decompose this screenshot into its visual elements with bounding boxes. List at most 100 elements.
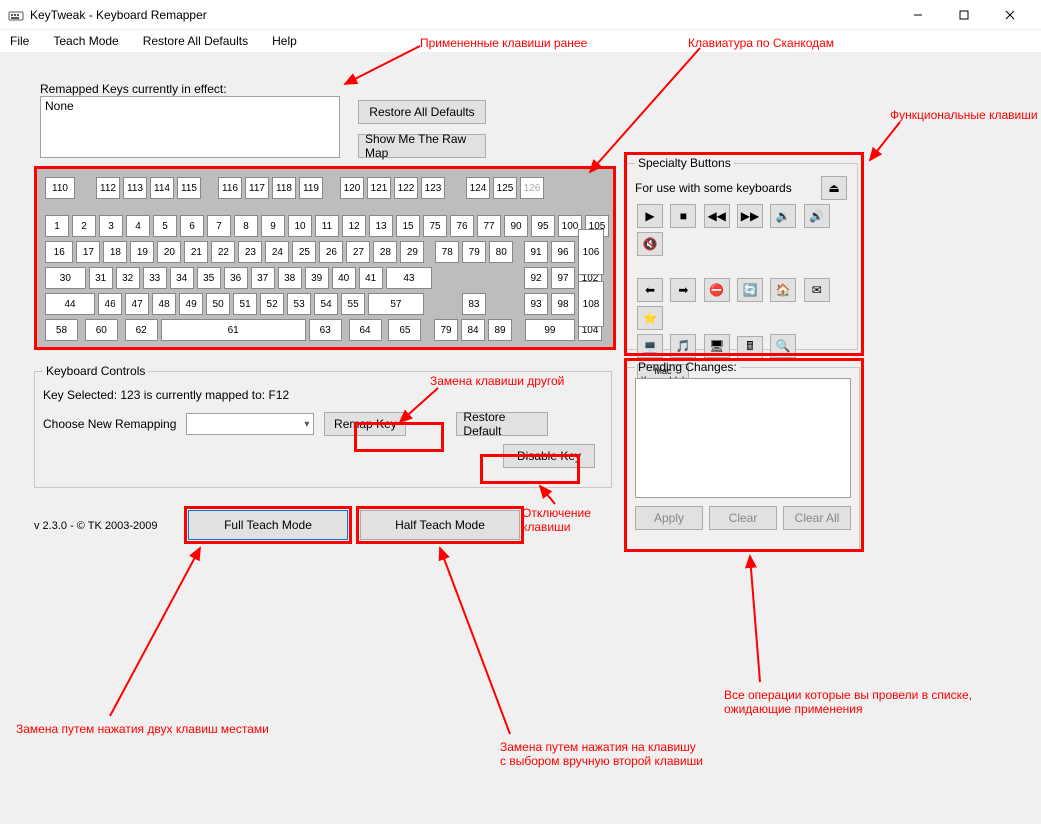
key-34[interactable]: 34 — [170, 267, 194, 289]
key-112[interactable]: 112 — [96, 177, 120, 199]
disable-key-button[interactable]: Disable Key — [503, 444, 595, 468]
menu-help[interactable]: Help — [268, 32, 301, 50]
key-4[interactable]: 4 — [126, 215, 150, 237]
key-96[interactable]: 96 — [551, 241, 575, 263]
key-60[interactable]: 60 — [85, 319, 118, 341]
key-49[interactable]: 49 — [179, 293, 203, 315]
key-29[interactable]: 29 — [400, 241, 424, 263]
pending-textbox[interactable] — [635, 378, 851, 498]
eject-icon[interactable]: ⏏ — [821, 176, 847, 200]
menu-file[interactable]: File — [6, 32, 33, 50]
key-10[interactable]: 10 — [288, 215, 312, 237]
key-91[interactable]: 91 — [524, 241, 548, 263]
key-97[interactable]: 97 — [551, 267, 575, 289]
key-118[interactable]: 118 — [272, 177, 296, 199]
raw-map-button[interactable]: Show Me The Raw Map — [358, 134, 486, 158]
key-54[interactable]: 54 — [314, 293, 338, 315]
key-99[interactable]: 99 — [525, 319, 575, 341]
key-113[interactable]: 113 — [123, 177, 147, 199]
key-53[interactable]: 53 — [287, 293, 311, 315]
key-80[interactable]: 80 — [489, 241, 513, 263]
half-teach-button[interactable]: Half Teach Mode — [360, 510, 520, 540]
search-icon[interactable]: 🔍 — [770, 334, 796, 358]
key-57[interactable]: 57 — [368, 293, 424, 315]
key-32[interactable]: 32 — [116, 267, 140, 289]
vol-up-icon[interactable]: 🔊 — [804, 204, 830, 228]
key-7[interactable]: 7 — [207, 215, 231, 237]
forward-icon[interactable]: ▶▶ — [737, 204, 763, 228]
key-35[interactable]: 35 — [197, 267, 221, 289]
key-19[interactable]: 19 — [130, 241, 154, 263]
key-23[interactable]: 23 — [238, 241, 262, 263]
key-126[interactable]: 126 — [520, 177, 544, 199]
key-92[interactable]: 92 — [524, 267, 548, 289]
key-75[interactable]: 75 — [423, 215, 447, 237]
key-65[interactable]: 65 — [388, 319, 421, 341]
key-95[interactable]: 95 — [531, 215, 555, 237]
key-11[interactable]: 11 — [315, 215, 339, 237]
key-50[interactable]: 50 — [206, 293, 230, 315]
key-123[interactable]: 123 — [421, 177, 445, 199]
key-33[interactable]: 33 — [143, 267, 167, 289]
key-84[interactable]: 84 — [461, 319, 485, 341]
close-button[interactable] — [987, 0, 1033, 30]
key-78[interactable]: 78 — [435, 241, 459, 263]
key-48[interactable]: 48 — [152, 293, 176, 315]
key-44[interactable]: 44 — [45, 293, 95, 315]
key-106[interactable]: 106 — [578, 229, 604, 275]
key-51[interactable]: 51 — [233, 293, 257, 315]
key-30[interactable]: 30 — [45, 267, 86, 289]
key-108[interactable]: 108 — [578, 281, 604, 327]
key-36[interactable]: 36 — [224, 267, 248, 289]
key-27[interactable]: 27 — [346, 241, 370, 263]
key-89[interactable]: 89 — [488, 319, 512, 341]
remap-key-button[interactable]: Remap Key — [324, 412, 406, 436]
key-124[interactable]: 124 — [466, 177, 490, 199]
mycomputer-icon[interactable]: 💻 — [637, 334, 663, 358]
stop2-icon[interactable]: ⛔ — [704, 278, 730, 302]
key-116[interactable]: 116 — [218, 177, 242, 199]
menu-teach[interactable]: Teach Mode — [49, 32, 122, 50]
key-121[interactable]: 121 — [367, 177, 391, 199]
key-20[interactable]: 20 — [157, 241, 181, 263]
key-90[interactable]: 90 — [504, 215, 528, 237]
key-6[interactable]: 6 — [180, 215, 204, 237]
menu-restore[interactable]: Restore All Defaults — [139, 32, 252, 50]
key-120[interactable]: 120 — [340, 177, 364, 199]
favorites-icon[interactable]: ⭐ — [637, 306, 663, 330]
clear-all-button[interactable]: Clear All — [783, 506, 851, 530]
key-41[interactable]: 41 — [359, 267, 383, 289]
key-47[interactable]: 47 — [125, 293, 149, 315]
clear-button[interactable]: Clear — [709, 506, 777, 530]
key-46[interactable]: 46 — [98, 293, 122, 315]
maximize-button[interactable] — [941, 0, 987, 30]
forward2-icon[interactable]: ➡ — [670, 278, 696, 302]
remapping-select[interactable] — [186, 413, 314, 435]
key-28[interactable]: 28 — [373, 241, 397, 263]
key-26[interactable]: 26 — [319, 241, 343, 263]
key-16[interactable]: 16 — [45, 241, 73, 263]
key-43[interactable]: 43 — [386, 267, 432, 289]
key-79[interactable]: 79 — [462, 241, 486, 263]
key-40[interactable]: 40 — [332, 267, 356, 289]
key-77[interactable]: 77 — [477, 215, 501, 237]
rewind-icon[interactable]: ◀◀ — [704, 204, 730, 228]
key-39[interactable]: 39 — [305, 267, 329, 289]
key-15[interactable]: 15 — [396, 215, 420, 237]
media-icon[interactable]: 🎵 — [670, 334, 696, 358]
key-1[interactable]: 1 — [45, 215, 69, 237]
remapped-textbox[interactable]: None — [40, 96, 340, 158]
key-58[interactable]: 58 — [45, 319, 78, 341]
key-21[interactable]: 21 — [184, 241, 208, 263]
mute-icon[interactable]: 🔇 — [637, 232, 663, 256]
key-63[interactable]: 63 — [309, 319, 342, 341]
desktop-icon[interactable]: 🖥 — [704, 334, 730, 358]
key-18[interactable]: 18 — [103, 241, 127, 263]
key-25[interactable]: 25 — [292, 241, 316, 263]
key-52[interactable]: 52 — [260, 293, 284, 315]
key-61[interactable]: 61 — [161, 319, 306, 341]
key-17[interactable]: 17 — [76, 241, 100, 263]
key-5[interactable]: 5 — [153, 215, 177, 237]
key-2[interactable]: 2 — [72, 215, 96, 237]
restore-defaults-button[interactable]: Restore All Defaults — [358, 100, 486, 124]
